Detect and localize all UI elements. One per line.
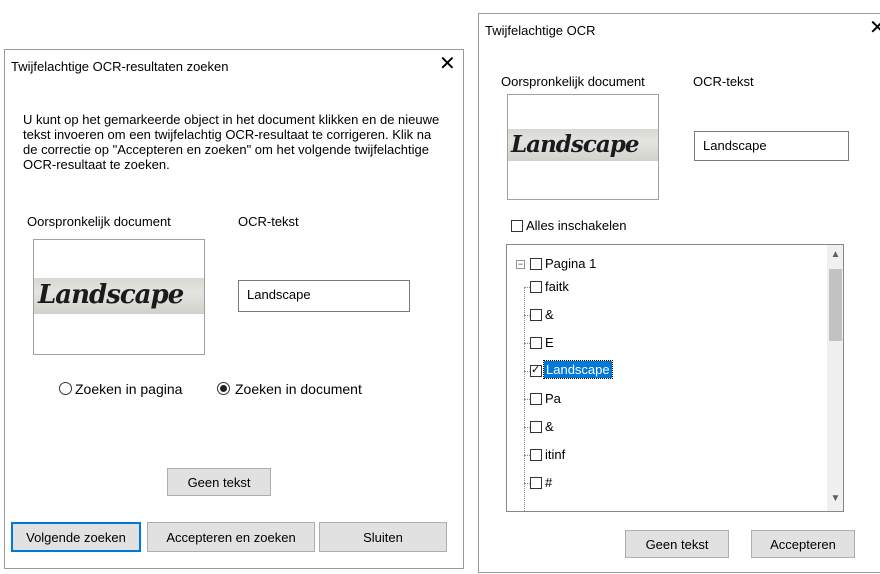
radio-page-circle[interactable] — [59, 382, 72, 395]
tree-item-label[interactable]: Pa — [545, 391, 561, 406]
ocr-text-field[interactable]: Landscape — [238, 280, 410, 312]
scroll-down-icon[interactable]: ▼ — [828, 493, 843, 504]
original-document-label: Oorspronkelijk document — [501, 74, 645, 89]
tree-vertical-scrollbar[interactable]: ▲ ▼ — [827, 245, 843, 511]
tree-root-label[interactable]: Pagina 1 — [545, 256, 596, 271]
tree-item-checkbox[interactable] — [530, 477, 542, 489]
right-dialog: Twijfelachtige OCR ✕ Oorspronkelijk docu… — [478, 13, 880, 573]
ocr-tree-view[interactable]: − Pagina 1 faitk & E ✓ Landscape Pa & it… — [506, 244, 844, 512]
tree-item-label[interactable]: E — [545, 335, 554, 350]
left-dialog: Twijfelachtige OCR-resultaten zoeken ✕ U… — [4, 49, 464, 569]
radio-search-document[interactable]: Zoeken in document — [217, 381, 397, 399]
tree-item-label[interactable]: # — [545, 475, 552, 490]
find-next-button[interactable]: Volgende zoeken — [11, 522, 141, 552]
close-icon[interactable]: ✕ — [439, 54, 456, 74]
radio-page-label: Zoeken in pagina — [75, 381, 183, 397]
no-text-button[interactable]: Geen tekst — [625, 530, 729, 558]
ocr-text-label: OCR-tekst — [238, 214, 299, 229]
collapse-icon[interactable]: − — [516, 260, 525, 269]
tree-item-label[interactable]: itinf — [545, 447, 565, 462]
tree-item-checkbox[interactable] — [530, 281, 542, 293]
tree-item-label[interactable]: & — [545, 307, 554, 322]
tree-item-checkbox-checked[interactable]: ✓ — [530, 363, 542, 377]
original-image-preview: Landscape — [507, 94, 659, 200]
radio-selected-dot — [220, 385, 227, 392]
handwritten-word: Landscape — [511, 131, 639, 158]
right-dialog-title: Twijfelachtige OCR — [485, 23, 596, 38]
ocr-text-field[interactable]: Landscape — [694, 131, 849, 161]
left-dialog-title: Twijfelachtige OCR-resultaten zoeken — [11, 59, 229, 74]
original-document-label: Oorspronkelijk document — [27, 214, 171, 229]
original-image-preview: Landscape — [33, 239, 205, 355]
tree-root-checkbox[interactable] — [530, 258, 542, 270]
tree-item-label[interactable]: faitk — [545, 279, 569, 294]
tree-item-checkbox[interactable] — [530, 421, 542, 433]
tree-item-checkbox[interactable] — [530, 449, 542, 461]
tree-item-checkbox[interactable] — [530, 309, 542, 321]
radio-search-page[interactable]: Zoeken in pagina — [59, 381, 219, 399]
scrollbar-thumb[interactable] — [829, 269, 842, 341]
ocr-text-label: OCR-tekst — [693, 74, 754, 89]
right-title-bar[interactable]: Twijfelachtige OCR ✕ — [479, 14, 880, 44]
checkmark-icon: ✓ — [531, 363, 541, 376]
accept-and-find-button[interactable]: Accepteren en zoeken — [147, 522, 315, 552]
handwritten-word: Landscape — [38, 280, 184, 310]
instructions-text: U kunt op het gemarkeerde object in het … — [23, 112, 440, 172]
tree-item-label[interactable]: & — [545, 419, 554, 434]
no-text-button[interactable]: Geen tekst — [167, 468, 271, 496]
radio-document-circle[interactable] — [217, 382, 230, 395]
scroll-up-icon[interactable]: ▲ — [828, 249, 843, 260]
accept-button[interactable]: Accepteren — [751, 530, 855, 558]
enable-all-label: Alles inschakelen — [526, 218, 627, 233]
radio-document-label: Zoeken in document — [235, 381, 362, 397]
tree-item-label-selected[interactable]: Landscape — [543, 360, 613, 379]
close-button[interactable]: Sluiten — [319, 522, 447, 552]
left-title-bar[interactable]: Twijfelachtige OCR-resultaten zoeken ✕ — [5, 50, 463, 80]
close-icon[interactable]: ✕ — [869, 18, 880, 38]
tree-item-checkbox[interactable] — [530, 393, 542, 405]
tree-item-checkbox[interactable] — [530, 337, 542, 349]
enable-all-checkbox[interactable] — [511, 220, 523, 232]
